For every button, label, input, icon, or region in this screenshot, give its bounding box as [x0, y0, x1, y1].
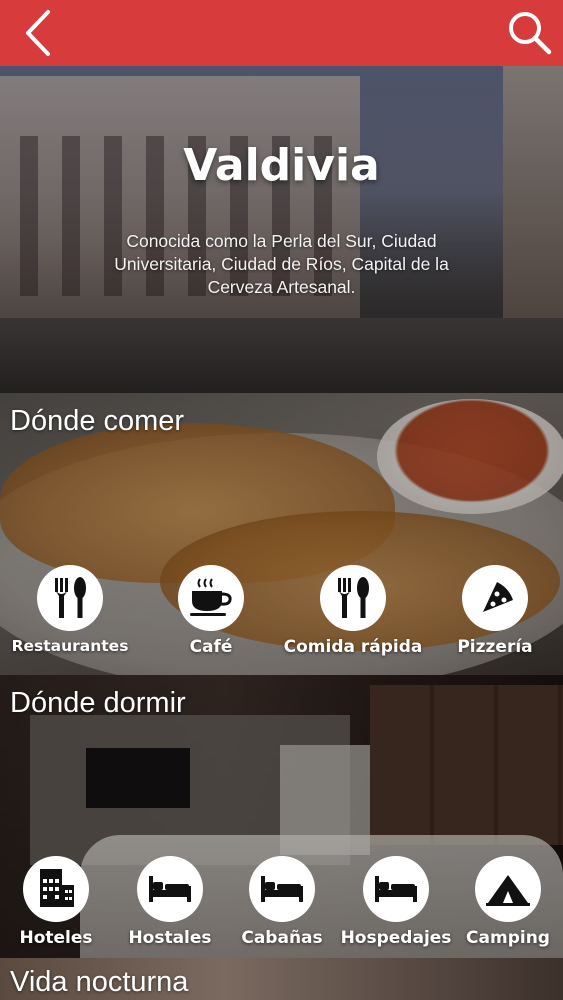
bed-icon — [375, 876, 417, 902]
category-cafe[interactable]: Café — [141, 565, 281, 657]
coffee-cup-icon — [190, 578, 232, 616]
section-sleep: Dónde dormir Hoteles Hostales Cabañas Ho… — [0, 675, 563, 958]
tent-icon — [486, 875, 530, 906]
fork-knife-icon — [55, 577, 86, 618]
background-image — [0, 76, 360, 346]
search-icon — [509, 12, 552, 55]
pizza-icon — [483, 582, 513, 612]
city-description: Conocida como la Perla del Sur, Ciudad U… — [114, 231, 449, 297]
category-comida-rapida[interactable]: Comida rápida — [283, 565, 423, 657]
category-restaurantes[interactable]: Restaurantes — [0, 565, 140, 655]
search-button[interactable] — [505, 8, 553, 56]
bed-icon — [149, 876, 191, 902]
section-nightlife[interactable]: Vida nocturna — [0, 958, 563, 1000]
hotel-icon — [40, 869, 74, 907]
section-title: Dónde comer — [10, 405, 185, 437]
fork-knife-icon — [338, 577, 369, 618]
app-header — [0, 0, 563, 66]
city-title: Valdivia — [183, 140, 380, 191]
back-button[interactable] — [18, 8, 62, 58]
section-eat: Dónde comer Restaurantes Café Comida ráp… — [0, 393, 563, 675]
chevron-left-icon — [26, 10, 50, 56]
category-camping[interactable]: Camping — [438, 856, 563, 948]
bed-icon — [261, 876, 303, 902]
section-title: Dónde dormir — [10, 687, 186, 719]
section-title: Vida nocturna — [10, 966, 189, 998]
category-pizzeria[interactable]: Pizzería — [425, 565, 563, 657]
